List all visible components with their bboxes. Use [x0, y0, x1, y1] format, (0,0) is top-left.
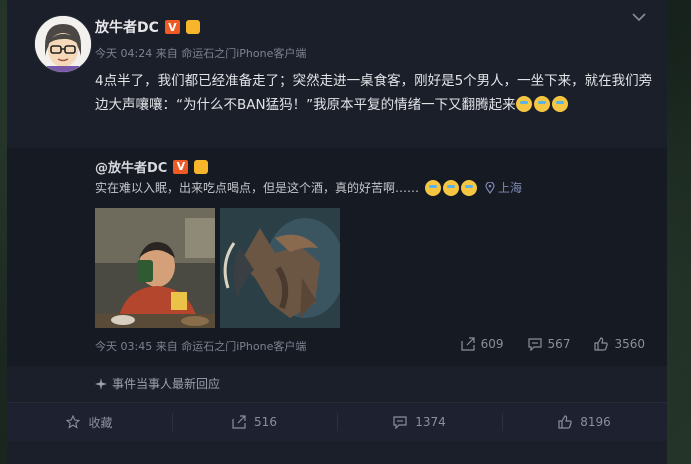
verified-badge-icon: V [164, 20, 180, 34]
post-text: 4点半了，我们都已经准备走了；突然走进一桌食客，刚好是5个男人，一坐下来，就在我… [95, 69, 655, 117]
repost-block: @放牛者DC V 实在难以入眠，出来吃点喝点，但是这个酒，真的好苦啊…… 上海 [7, 148, 667, 366]
author-name[interactable]: 放牛者DC [95, 17, 159, 37]
post-footer-actions: 收藏 516 1374 8196 [7, 402, 667, 441]
repost-time[interactable]: 今天 03:45 来自 [95, 340, 178, 353]
trophy-badge-icon [185, 20, 200, 34]
favorite-label: 收藏 [88, 415, 113, 430]
repost-text-row: 实在难以入眠，出来吃点喝点，但是这个酒，真的好苦啊…… 上海 [95, 179, 522, 196]
crying-emoji-icon [443, 179, 460, 196]
post-body: 4点半了，我们都已经准备走了；突然走进一桌食客，刚好是5个男人，一坐下来，就在我… [95, 73, 653, 113]
post-time[interactable]: 今天 04:24 来自 [95, 47, 178, 60]
repost-meta: 今天 03:45 来自 命运石之门iPhone客户端 [95, 338, 306, 354]
location-label: 上海 [498, 181, 523, 195]
comment-icon [527, 338, 542, 351]
repost-share-count: 609 [480, 337, 504, 351]
crying-emoji-icon [461, 179, 478, 196]
repost-text: 实在难以入眠，出来吃点喝点，但是这个酒，真的好苦啊…… [95, 181, 420, 195]
avatar[interactable] [34, 15, 92, 73]
photo-mammoth-character [220, 208, 340, 328]
chevron-down-icon[interactable] [632, 12, 646, 22]
post-meta: 今天 04:24 来自 命运石之门iPhone客户端 [95, 45, 306, 61]
share-icon [232, 415, 246, 429]
repost-button[interactable]: 516 [172, 403, 337, 441]
event-response-label: 事件当事人最新回应 [112, 377, 221, 391]
share-icon [461, 337, 475, 351]
star-icon [66, 415, 81, 429]
crying-laughing-emoji-icon [515, 96, 532, 112]
comment-count: 1374 [415, 415, 446, 429]
repost-actions: 609 567 3560 [461, 337, 645, 351]
favorite-button[interactable]: 收藏 [7, 403, 172, 441]
repost-like-count: 3560 [614, 337, 645, 351]
thumbs-up-icon [558, 415, 572, 429]
repost-comment-button[interactable]: 567 [527, 337, 571, 351]
like-button[interactable]: 8196 [502, 403, 667, 441]
like-count: 8196 [580, 415, 611, 429]
weibo-post-card: 放牛者DC V 今天 04:24 来自 命运石之门iPhone客户端 4点半了，… [7, 0, 667, 464]
author-row: 放牛者DC V [95, 17, 200, 37]
crying-laughing-emoji-icon [533, 96, 550, 112]
emoji-group [425, 179, 479, 196]
repost-author-name[interactable]: @放牛者DC [95, 157, 167, 176]
repost-author-row: @放牛者DC V [95, 157, 209, 176]
repost-like-button[interactable]: 3560 [594, 337, 645, 351]
repost-share-button[interactable]: 609 [461, 337, 504, 351]
repost-comment-count: 567 [547, 337, 571, 351]
sparkle-icon [95, 377, 107, 390]
repost-photo-game-character[interactable] [220, 208, 340, 328]
crying-emoji-icon [425, 179, 442, 196]
repost-photo-drinking[interactable] [95, 208, 215, 328]
comment-button[interactable]: 1374 [337, 403, 502, 441]
event-response-link[interactable]: 事件当事人最新回应 [95, 375, 220, 392]
verified-badge-icon: V [173, 159, 189, 174]
repost-count: 516 [254, 415, 277, 429]
location-pin-icon [485, 181, 495, 194]
photo-man-drinking [95, 208, 215, 328]
thumbs-up-icon [594, 337, 609, 351]
comment-icon [393, 416, 407, 429]
trophy-badge-icon [194, 159, 209, 174]
post-source[interactable]: 命运石之门iPhone客户端 [181, 47, 306, 60]
crying-laughing-emoji-icon [551, 96, 568, 112]
avatar-cartoon [35, 16, 91, 72]
repost-source[interactable]: 命运石之门iPhone客户端 [181, 340, 306, 353]
location-link[interactable]: 上海 [485, 179, 522, 196]
